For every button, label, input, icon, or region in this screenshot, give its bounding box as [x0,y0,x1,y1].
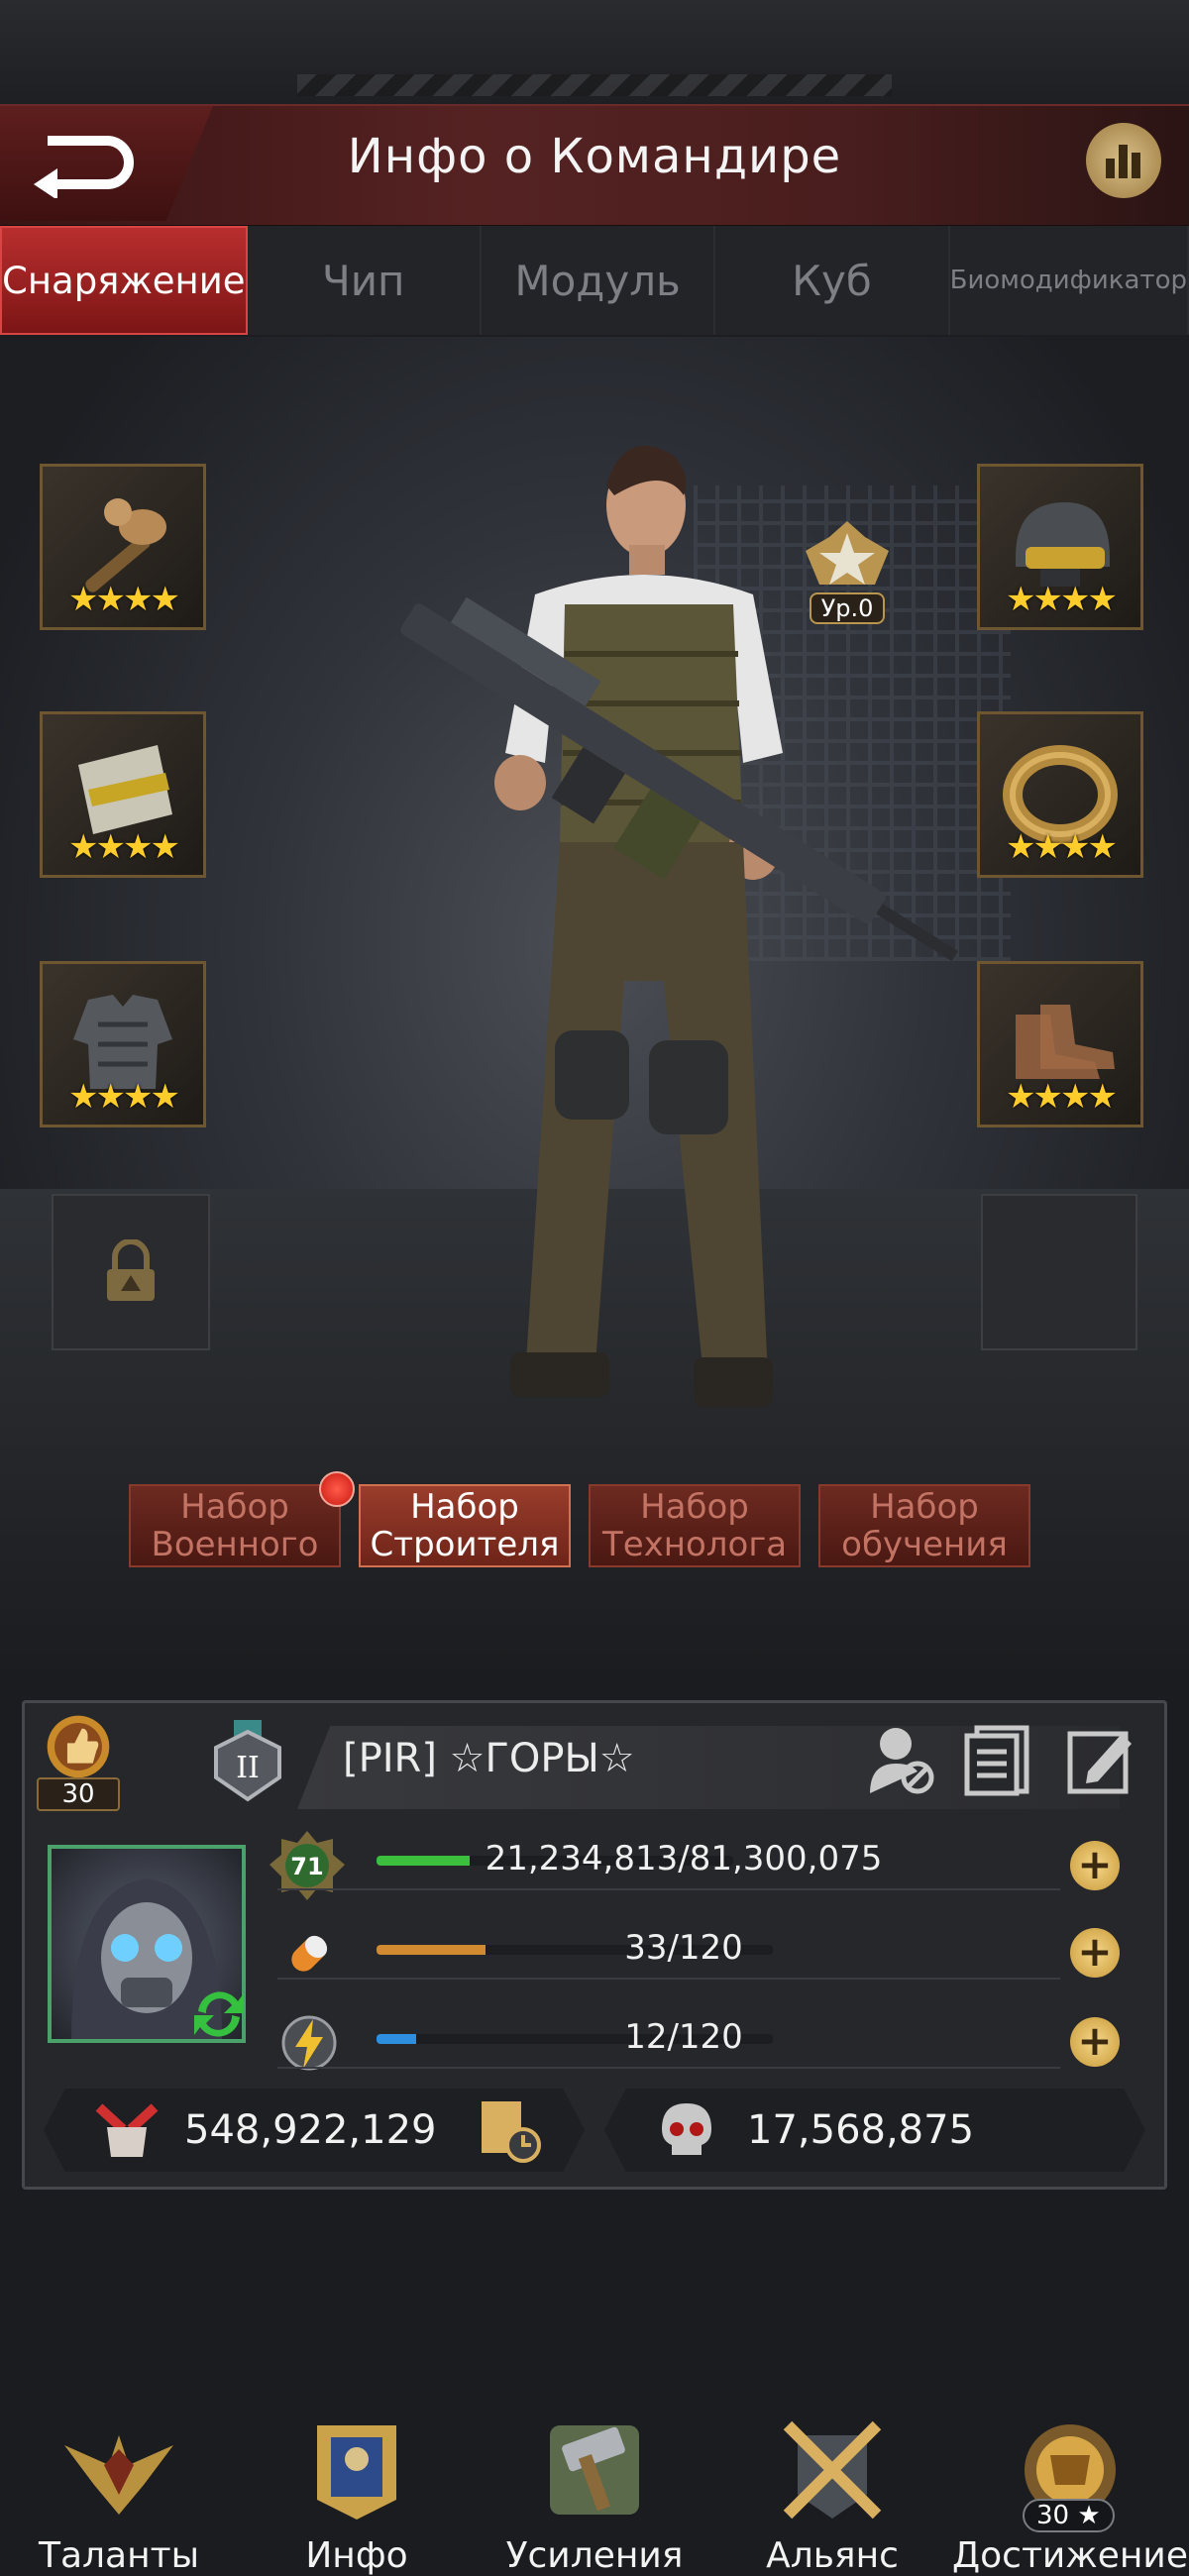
swap-avatar-icon[interactable] [186,1982,252,2047]
vip-badge[interactable]: 30 [36,1712,121,1811]
set-label-line2: обучения [841,1525,1008,1564]
page-title: Инфо о Командире [347,129,842,184]
set-builder-button[interactable]: Набор Строителя [359,1484,571,1567]
set-training-button[interactable]: Набор обучения [818,1484,1030,1567]
rank-star-icon [800,515,895,598]
commander-info-icon [292,2411,421,2529]
svg-text:71: 71 [290,1853,323,1880]
add-energy-button[interactable]: + [1070,2017,1120,2067]
vip-level: 30 [37,1777,120,1811]
notification-dot [319,1471,355,1507]
equip-slot-shield-plate[interactable]: ★★★★ [40,711,206,878]
divider [277,1978,1060,1980]
equip-slot-locked[interactable] [52,1194,210,1350]
equip-slot-helmet[interactable]: ★★★★ [977,464,1143,630]
set-label-line1: Набор [640,1487,749,1527]
nav-info[interactable]: Инфо [238,2398,476,2576]
svg-text:II: II [236,1751,260,1785]
set-label-line1: Набор [410,1487,519,1527]
energy-value: 12/120 [624,2017,743,2057]
tab-bar: Снаряжение Чип Модуль Куб Биомодификатор [0,226,1189,335]
padlock-icon [107,1239,155,1301]
tab-chip[interactable]: Чип [247,226,482,335]
edit-icon[interactable] [1066,1722,1135,1797]
kills-value: 17,568,875 [747,2107,975,2153]
crossed-swords-icon [768,2411,897,2529]
thumbs-up-emblem-icon [47,1715,110,1778]
nav-label: Усиления [505,2535,684,2576]
nav-alliance[interactable]: Альянс [713,2398,951,2576]
divider [277,1888,1060,1890]
nav-label: Альянс [766,2535,899,2576]
rank-level-label: Ур.0 [809,592,886,624]
tab-biomodifier[interactable]: Биомодификатор [949,226,1189,335]
tab-cube[interactable]: Куб [715,226,950,335]
equipment-rank[interactable]: Ур.0 [793,515,902,639]
set-label-line1: Набор [180,1487,289,1527]
set-label-line2: Технолога [601,1525,788,1564]
equip-slot-boots[interactable]: ★★★★ [977,961,1143,1127]
hammer-icon [530,2411,659,2529]
power-card: 548,922,129 [44,2089,585,2172]
nav-label: Инфо [305,2535,408,2576]
equip-slot-ring[interactable]: ★★★★ [977,711,1143,878]
stamina-pill-icon [291,1935,328,1972]
tab-equipment[interactable]: Снаряжение [0,226,248,335]
nav-label: Таланты [38,2535,200,2576]
commander-level-icon: 71 [270,1831,345,1900]
list-icon[interactable] [963,1722,1032,1797]
set-label-line2: Военного [151,1525,319,1564]
star-rating: ★★★★ [68,580,180,619]
power-details-icon[interactable] [476,2095,545,2165]
eagle-emblem-icon [54,2411,183,2529]
stats-button[interactable] [1086,123,1161,198]
add-exp-button[interactable]: + [1070,1841,1120,1890]
block-user-icon[interactable] [866,1722,937,1797]
equip-slot-empty[interactable] [981,1194,1137,1350]
bar-chart-icon [1106,145,1140,178]
star-rating: ★★★★ [68,1077,180,1117]
star-rating: ★★★★ [68,827,180,867]
set-technologist-button[interactable]: Набор Технолога [589,1484,801,1567]
energy-bolt-icon [281,2015,337,2071]
nav-talents[interactable]: Таланты [0,2398,238,2576]
skull-icon [662,2103,711,2155]
achievement-count-badge: 30 ★ [1023,2499,1115,2532]
star-rating: ★★★★ [1006,1077,1118,1117]
set-label-line2: Строителя [370,1525,560,1564]
stamina-value: 33/120 [624,1928,743,1968]
hazard-stripes [297,74,892,96]
bottom-nav: Таланты Инфо Усиления Альянс 30 ★ Достиж… [0,2398,1189,2576]
rank-chevron-icon: II [214,1720,281,1802]
set-label-line1: Набор [870,1487,979,1527]
equip-slot-body-armor[interactable]: ★★★★ [40,961,206,1127]
add-stamina-button[interactable]: + [1070,1928,1120,1978]
nav-label: Достижение [952,2535,1188,2576]
commander-name: [PIR] ☆ГОРЫ☆ [343,1736,635,1781]
power-value: 548,922,129 [184,2107,437,2153]
divider [277,2067,1060,2069]
power-fist-icon [95,2103,159,2157]
equip-slot-weapon-attachment[interactable]: ★★★★ [40,464,206,630]
set-military-button[interactable]: Набор Военного [129,1484,341,1567]
exp-value: 21,234,813/81,300,075 [485,1839,883,1878]
star-rating: ★★★★ [1006,580,1118,619]
nav-boosts[interactable]: Усиления [476,2398,713,2576]
kills-card: 17,568,875 [604,2089,1145,2172]
nav-achievements[interactable]: 30 ★ Достижение [951,2398,1189,2576]
tab-module[interactable]: Модуль [481,226,716,335]
star-rating: ★★★★ [1006,827,1118,867]
